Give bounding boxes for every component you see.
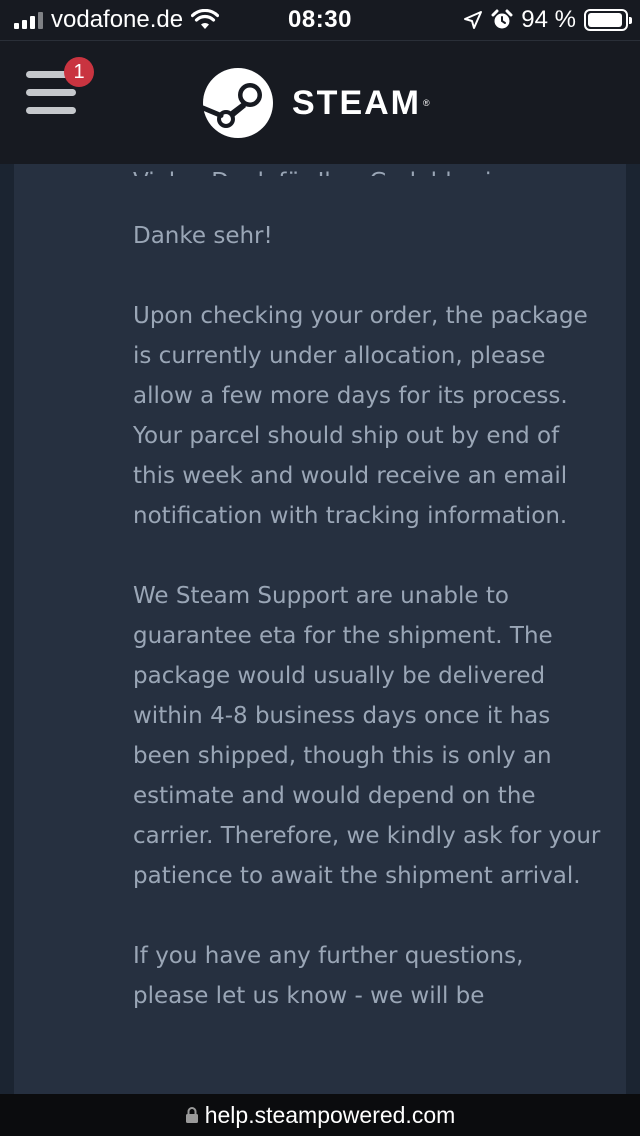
steam-wordmark: STEAM xyxy=(292,83,421,122)
notification-badge: 1 xyxy=(64,57,94,87)
browser-url-bar[interactable]: help.steampowered.com xyxy=(0,1094,640,1136)
message-paragraph: We Steam Support are unable to guarantee… xyxy=(133,583,601,889)
message-paragraph: If you have any further questions, pleas… xyxy=(133,943,524,1009)
steam-home-link[interactable]: STEAM ® xyxy=(202,67,430,139)
message-truncated-line: Vielen Dank für Ihre Geduld, wir xyxy=(133,164,603,176)
support-message-panel: Vielen Dank für Ihre Geduld, wir Danke s… xyxy=(14,164,626,1094)
status-bar-right: 94 % xyxy=(463,0,632,40)
message-paragraph: Upon checking your order, the package is… xyxy=(133,303,588,529)
alarm-clock-icon xyxy=(491,9,513,29)
registered-mark: ® xyxy=(423,98,430,108)
battery-icon xyxy=(584,9,632,31)
location-arrow-icon xyxy=(464,11,483,29)
lock-icon xyxy=(185,1107,198,1123)
page-url: help.steampowered.com xyxy=(204,1101,456,1128)
app-header: 1 STEAM ® xyxy=(0,40,640,164)
hamburger-menu-bar xyxy=(26,89,76,96)
battery-fill xyxy=(588,13,622,27)
hamburger-menu-bar xyxy=(26,107,76,114)
message-closing: Danke sehr! xyxy=(133,223,273,249)
status-bar: vodafone.de 08:30 94 % xyxy=(0,0,640,40)
steam-logo-icon xyxy=(202,68,273,138)
battery-percent: 94 % xyxy=(521,6,576,33)
support-message: Vielen Dank für Ihre Geduld, wir Danke s… xyxy=(133,164,603,1056)
